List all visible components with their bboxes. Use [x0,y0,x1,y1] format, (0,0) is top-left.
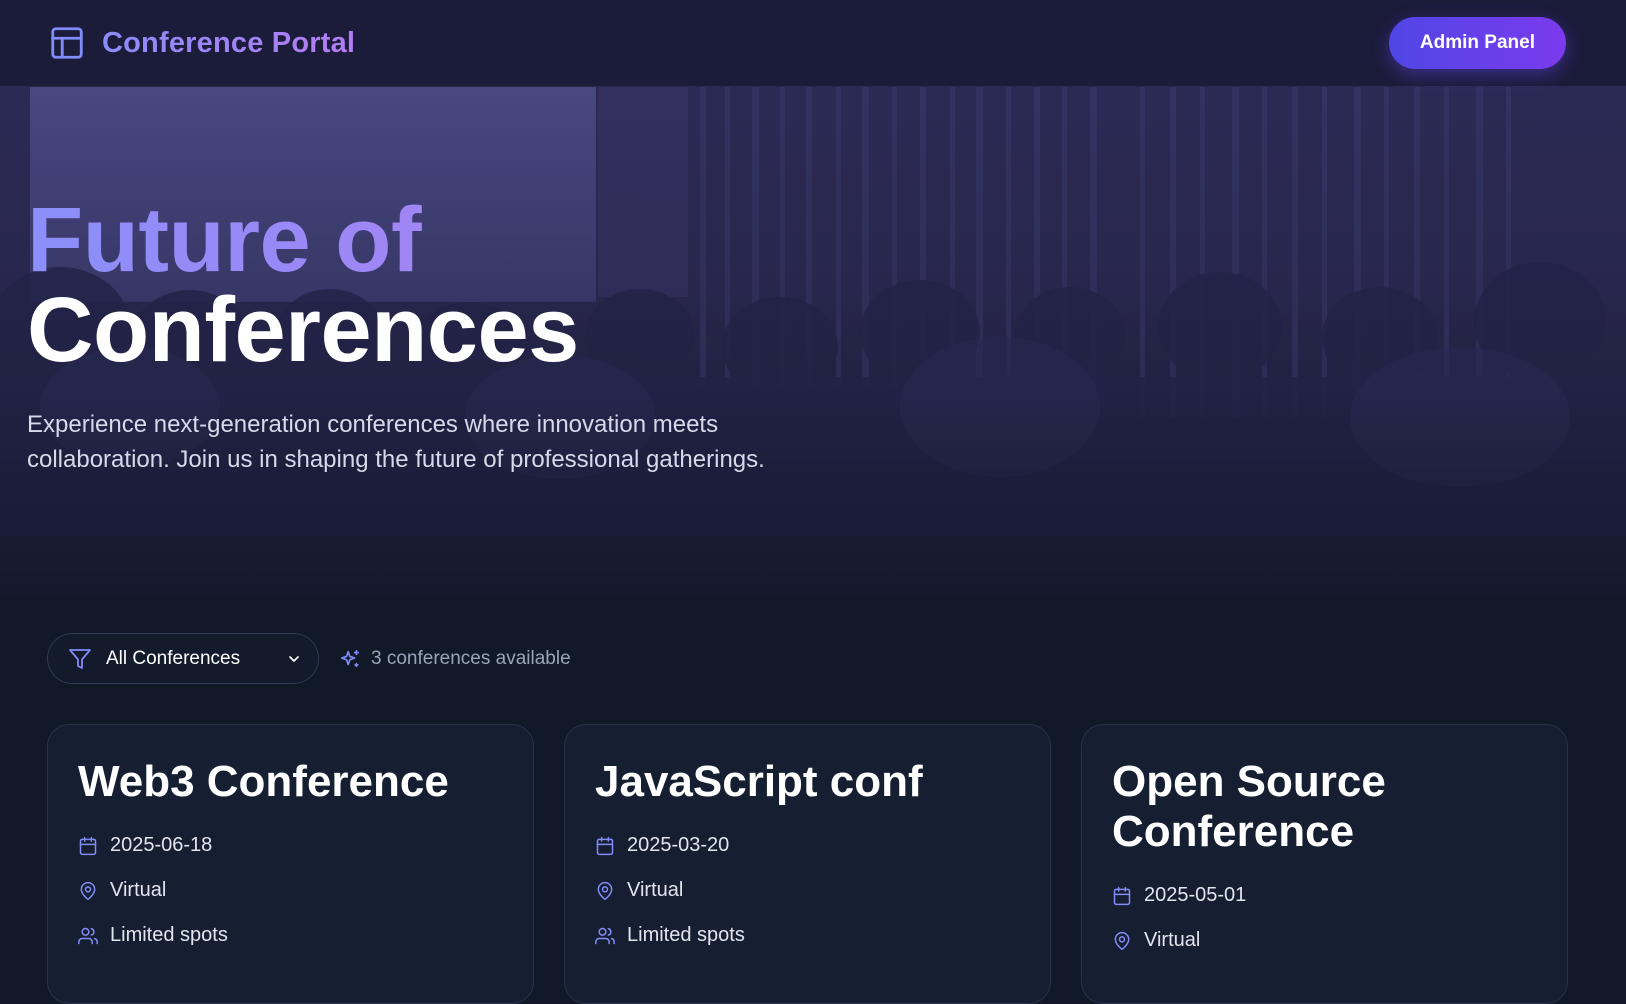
conference-date-text: 2025-06-18 [110,834,213,856]
users-icon [595,927,615,944]
conference-date: 2025-03-20 [595,823,1020,868]
conference-location-text: Virtual [1144,929,1201,951]
hero-subtitle: Experience next-generation conferences w… [27,411,765,473]
calendar-icon [79,836,97,855]
filter-select-value: All Conferences [106,647,241,669]
conference-list: Web3 Conference 2025-06-18 Virtual Limit… [47,724,1568,1004]
map-pin-icon [80,881,96,900]
hero-section: Future of Conferences Experience next-ge… [0,87,1626,647]
conference-count-text: 3 conferences available [371,647,571,669]
conference-card[interactable]: Open Source Conference 2025-05-01 Virtua… [1081,724,1568,1004]
hero-title-line1: Future of [27,194,817,286]
hero-content: Future of Conferences Experience next-ge… [27,194,817,477]
hero-title-line2: Conferences [27,279,579,381]
conference-capacity: Limited spots [595,913,1020,958]
conference-date: 2025-05-01 [1112,873,1537,918]
layout-icon [51,27,83,59]
conference-card[interactable]: Web3 Conference 2025-06-18 Virtual Limit… [47,724,534,1004]
conference-date-text: 2025-03-20 [627,834,730,856]
conference-location: Virtual [595,868,1020,913]
conference-capacity-text: Limited spots [110,924,228,946]
conference-card[interactable]: JavaScript conf 2025-03-20 Virtual Limit… [564,724,1051,1004]
conference-location-text: Virtual [627,879,684,901]
conference-capacity: Limited spots [78,913,503,958]
hero-title: Future of Conferences [27,194,817,381]
filter-icon [69,648,91,669]
filter-bar: All Conferences 3 conferences available [47,633,571,684]
conference-title: Open Source Conference [1112,757,1386,856]
admin-panel-button[interactable]: Admin Panel [1388,17,1566,69]
users-icon [78,927,98,944]
top-navbar: Conference Portal Admin Panel [0,0,1626,87]
brand[interactable]: Conference Portal [48,24,355,62]
calendar-icon [1113,886,1131,905]
conference-title: JavaScript conf [595,757,923,806]
chevron-down-icon [289,655,299,662]
conference-capacity-text: Limited spots [627,924,745,946]
conference-location: Virtual [1112,918,1537,963]
conference-count: 3 conferences available [339,648,571,670]
conference-location: Virtual [78,868,503,913]
calendar-icon [596,836,614,855]
conference-date-text: 2025-05-01 [1144,884,1247,906]
conference-filter-select[interactable]: All Conferences [47,633,319,684]
brand-title: Conference Portal [102,26,356,59]
sparkles-icon [340,649,360,667]
conference-title: Web3 Conference [78,757,449,806]
map-pin-icon [1114,931,1130,950]
conference-date: 2025-06-18 [78,823,503,868]
map-pin-icon [597,881,613,900]
conference-location-text: Virtual [110,879,167,901]
